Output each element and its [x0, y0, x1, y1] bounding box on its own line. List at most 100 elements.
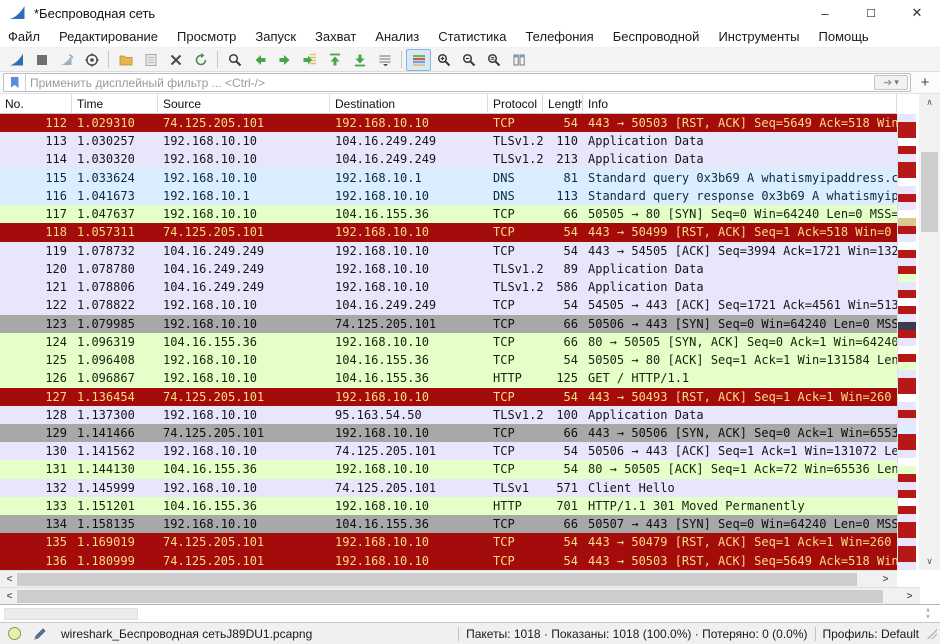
packet-row-131[interactable]: 1311.144130104.16.155.36192.168.10.10TCP… — [0, 460, 897, 478]
cell-info: 50507 → 443 [SYN] Seq=0 Win=64240 Len=0 … — [583, 515, 897, 533]
display-filter-bar: ➔▾ + — [0, 72, 940, 94]
packet-row-125[interactable]: 1251.096408192.168.10.10104.16.155.36TCP… — [0, 351, 897, 369]
scroll-left-icon[interactable]: < — [2, 589, 17, 604]
scroll-down-icon[interactable]: ∨ — [919, 554, 940, 569]
apply-filter-button[interactable]: ➔▾ — [874, 75, 908, 90]
go-last-packet-icon[interactable] — [347, 49, 372, 71]
packet-row-134[interactable]: 1341.158135192.168.10.10104.16.155.36TCP… — [0, 515, 897, 533]
stop-capture-icon[interactable] — [29, 49, 54, 71]
go-first-packet-icon[interactable] — [322, 49, 347, 71]
collapsed-pane-scrollbar[interactable]: ∧ ∨ — [922, 605, 934, 623]
minimize-button[interactable]: – — [802, 0, 848, 26]
menu-help[interactable]: Помощь — [819, 29, 869, 44]
intelligent-scrollbar-minimap[interactable] — [897, 114, 916, 570]
scroll-right-icon[interactable]: > — [878, 572, 893, 587]
menu-view[interactable]: Просмотр — [177, 29, 236, 44]
horizontal-scrollbar-thumb[interactable] — [17, 573, 857, 586]
packet-row-129[interactable]: 1291.14146674.125.205.101192.168.10.10TC… — [0, 424, 897, 442]
packet-row-113[interactable]: 1131.030257192.168.10.10104.16.249.249TL… — [0, 132, 897, 150]
filter-dropdown-caret-icon[interactable]: ▾ — [894, 77, 899, 88]
packet-row-133[interactable]: 1331.151201104.16.155.36192.168.10.10HTT… — [0, 497, 897, 515]
close-file-icon[interactable] — [163, 49, 188, 71]
packet-row-118[interactable]: 1181.05731174.125.205.101192.168.10.10TC… — [0, 223, 897, 241]
column-header-time[interactable]: Time — [72, 94, 158, 114]
go-to-packet-icon[interactable] — [297, 49, 322, 71]
packet-row-119[interactable]: 1191.078732104.16.249.249192.168.10.10TC… — [0, 242, 897, 260]
packet-row-115[interactable]: 1151.033624192.168.10.10192.168.10.1DNS8… — [0, 169, 897, 187]
zoom-in-icon[interactable] — [431, 49, 456, 71]
packet-row-117[interactable]: 1171.047637192.168.10.10104.16.155.36TCP… — [0, 205, 897, 223]
menu-edit[interactable]: Редактирование — [59, 29, 158, 44]
packet-row-126[interactable]: 1261.096867192.168.10.10104.16.155.36HTT… — [0, 369, 897, 387]
add-filter-button-plus-icon[interactable]: + — [915, 73, 935, 92]
packet-row-123[interactable]: 1231.079985192.168.10.1074.125.205.101TC… — [0, 315, 897, 333]
close-button[interactable]: ✕ — [894, 0, 940, 26]
open-file-icon[interactable] — [113, 49, 138, 71]
packet-row-132[interactable]: 1321.145999192.168.10.1074.125.205.101TL… — [0, 479, 897, 497]
reload-file-icon[interactable] — [188, 49, 213, 71]
packet-row-135[interactable]: 1351.16901974.125.205.101192.168.10.10TC… — [0, 533, 897, 551]
menu-telephony[interactable]: Телефония — [525, 29, 593, 44]
cell-source: 192.168.10.10 — [158, 406, 330, 424]
packet-row-114[interactable]: 1141.030320192.168.10.10104.16.249.249TL… — [0, 150, 897, 168]
go-back-icon[interactable] — [247, 49, 272, 71]
resize-columns-icon[interactable] — [506, 49, 531, 71]
column-header-info[interactable]: Info — [583, 94, 897, 114]
display-filter-input[interactable] — [26, 75, 874, 90]
expert-info-icon[interactable] — [8, 627, 21, 640]
collapsed-pane-selection[interactable] — [4, 608, 138, 620]
packet-row-122[interactable]: 1221.078822192.168.10.10104.16.249.249TC… — [0, 296, 897, 314]
cell-no: 117 — [0, 205, 72, 223]
menu-file[interactable]: Файл — [8, 29, 40, 44]
start-capture-icon[interactable] — [4, 49, 29, 71]
menu-capture[interactable]: Захват — [315, 29, 356, 44]
packet-row-130[interactable]: 1301.141562192.168.10.1074.125.205.101TC… — [0, 442, 897, 460]
scroll-down-icon[interactable]: ∨ — [926, 614, 930, 620]
cell-no: 125 — [0, 351, 72, 369]
menu-analyze[interactable]: Анализ — [375, 29, 419, 44]
cell-source: 192.168.10.10 — [158, 442, 330, 460]
packet-row-112[interactable]: 1121.02931074.125.205.101192.168.10.10TC… — [0, 114, 897, 132]
scroll-up-icon[interactable]: ∧ — [919, 95, 940, 110]
horizontal-scrollbar-thumb[interactable] — [17, 590, 883, 603]
packet-row-136[interactable]: 1361.18099974.125.205.101192.168.10.10TC… — [0, 552, 897, 570]
auto-scroll-icon[interactable] — [372, 49, 397, 71]
go-forward-icon[interactable] — [272, 49, 297, 71]
packet-row-127[interactable]: 1271.13645474.125.205.101192.168.10.10TC… — [0, 388, 897, 406]
packet-row-120[interactable]: 1201.078780104.16.249.249192.168.10.10TL… — [0, 260, 897, 278]
scroll-left-icon[interactable]: < — [2, 572, 17, 587]
vertical-scrollbar-thumb[interactable] — [921, 152, 938, 232]
cell-protocol: TLSv1.2 — [488, 406, 543, 424]
column-header-source[interactable]: Source — [158, 94, 330, 114]
packet-row-121[interactable]: 1211.078806104.16.249.249192.168.10.10TL… — [0, 278, 897, 296]
restart-capture-icon[interactable] — [54, 49, 79, 71]
scroll-right-icon[interactable]: > — [902, 589, 917, 604]
column-header-no[interactable]: No. — [0, 94, 72, 114]
horizontal-scrollbar-1[interactable]: < > — [0, 570, 897, 587]
packet-row-116[interactable]: 1161.041673192.168.10.1192.168.10.10DNS1… — [0, 187, 897, 205]
maximize-button[interactable]: ☐ — [848, 0, 894, 26]
zoom-normal-icon[interactable] — [481, 49, 506, 71]
find-packet-icon[interactable] — [222, 49, 247, 71]
column-header-destination[interactable]: Destination — [330, 94, 488, 114]
capture-comment-pencil-icon[interactable] — [33, 627, 47, 641]
menu-statistics[interactable]: Статистика — [438, 29, 506, 44]
horizontal-scrollbar-2[interactable]: < > — [0, 587, 920, 604]
column-header-protocol[interactable]: Protocol — [488, 94, 543, 114]
capture-options-icon[interactable] — [79, 49, 104, 71]
resize-grip[interactable] — [927, 629, 937, 639]
packet-row-124[interactable]: 1241.096319104.16.155.36192.168.10.10TCP… — [0, 333, 897, 351]
column-header-length[interactable]: Length — [543, 94, 583, 114]
filter-bookmark-button[interactable] — [4, 74, 26, 91]
menu-tools[interactable]: Инструменты — [718, 29, 799, 44]
vertical-scrollbar[interactable]: ∧ ∨ — [919, 94, 940, 570]
cell-length: 571 — [543, 479, 583, 497]
profile-label[interactable]: Профиль: Default — [823, 627, 920, 641]
zoom-out-icon[interactable] — [456, 49, 481, 71]
save-file-icon[interactable] — [138, 49, 163, 71]
packet-row-128[interactable]: 1281.137300192.168.10.1095.163.54.50TLSv… — [0, 406, 897, 424]
menu-go[interactable]: Запуск — [255, 29, 296, 44]
menu-wireless[interactable]: Беспроводной — [613, 29, 700, 44]
minimap-stripe — [898, 202, 916, 210]
colorize-packets-icon[interactable] — [406, 49, 431, 71]
